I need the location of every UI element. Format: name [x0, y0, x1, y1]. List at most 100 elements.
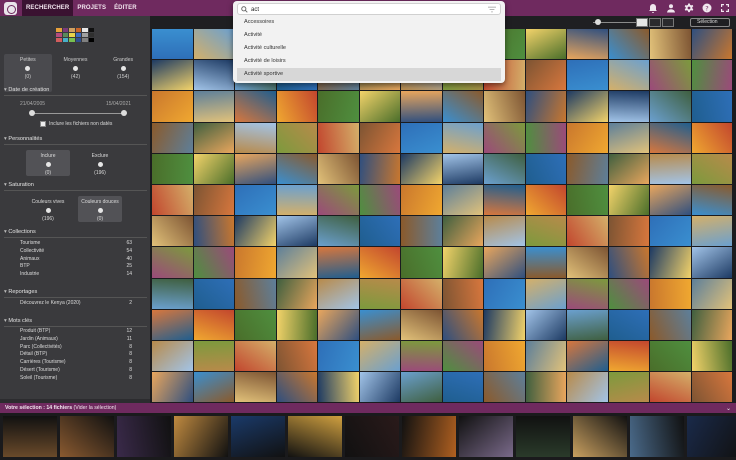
thumbnail[interactable] — [152, 29, 193, 60]
thumbnail[interactable] — [318, 184, 359, 216]
color-swatch[interactable] — [88, 38, 94, 42]
thumbnail[interactable] — [401, 278, 442, 309]
thumbnail[interactable] — [359, 309, 400, 340]
thumbnail[interactable] — [235, 340, 276, 372]
user-icon[interactable] — [665, 2, 676, 13]
thumbnail[interactable] — [650, 340, 691, 372]
thumbnail[interactable] — [401, 309, 442, 340]
selected-thumbnail[interactable] — [60, 416, 114, 457]
thumbnail[interactable] — [152, 247, 193, 278]
people-section-title[interactable]: Personnalités — [4, 136, 147, 145]
thumbnail[interactable] — [152, 122, 193, 153]
reportages-section-title[interactable]: Reportages — [4, 289, 147, 298]
thumbnail[interactable] — [152, 340, 193, 372]
thumbnail[interactable] — [193, 309, 234, 340]
keyword-item[interactable]: Produit (BTP) 12 — [20, 328, 132, 336]
thumbnail[interactable] — [650, 153, 691, 184]
thumbnail[interactable] — [318, 91, 359, 122]
thumbnail[interactable] — [525, 60, 566, 91]
selected-thumbnail[interactable] — [630, 416, 684, 457]
thumbnail[interactable] — [401, 184, 442, 216]
color-swatch[interactable] — [75, 33, 81, 37]
thumbnail[interactable] — [193, 184, 234, 216]
thumbnail[interactable] — [442, 309, 483, 340]
thumbnail[interactable] — [525, 153, 566, 184]
list-view-button[interactable] — [636, 18, 648, 27]
thumbnail[interactable] — [235, 247, 276, 278]
date-range-start-handle[interactable] — [29, 110, 35, 116]
thumbnail[interactable] — [318, 153, 359, 184]
clear-selection-link[interactable]: (Vider la sélection) — [74, 405, 117, 411]
thumbnail[interactable] — [235, 122, 276, 153]
thumbnail[interactable] — [567, 372, 608, 403]
thumbnail[interactable] — [401, 247, 442, 278]
thumbnail[interactable] — [359, 340, 400, 372]
thumbnail[interactable] — [401, 91, 442, 122]
thumbnail[interactable] — [235, 153, 276, 184]
search-suggestion[interactable]: Activité culturelle — [237, 42, 501, 55]
color-swatch[interactable] — [69, 33, 75, 37]
thumbnail[interactable] — [484, 216, 525, 247]
thumbnail[interactable] — [276, 184, 317, 216]
thumbnail[interactable] — [691, 340, 732, 372]
thumbnail[interactable] — [276, 247, 317, 278]
selected-thumbnail[interactable] — [516, 416, 570, 457]
people-include-option[interactable]: Inclure (0) — [26, 150, 70, 176]
thumbnail[interactable] — [567, 278, 608, 309]
search-filter-icon[interactable] — [488, 6, 496, 13]
thumbnail[interactable] — [442, 216, 483, 247]
color-swatch[interactable] — [69, 28, 75, 32]
selected-thumbnail[interactable] — [459, 416, 513, 457]
thumbnail[interactable] — [650, 122, 691, 153]
selected-thumbnail[interactable] — [231, 416, 285, 457]
selected-thumbnail[interactable] — [573, 416, 627, 457]
thumbnail[interactable] — [525, 278, 566, 309]
thumbnail[interactable] — [193, 122, 234, 153]
keyword-item[interactable]: Détail (BTP) 8 — [20, 351, 132, 359]
color-swatch[interactable] — [56, 28, 62, 32]
date-section-title[interactable]: Date de création — [4, 87, 147, 96]
saturation-section-title[interactable]: Saturation — [4, 182, 147, 191]
thumbnail[interactable] — [608, 278, 649, 309]
thumbnail[interactable] — [442, 153, 483, 184]
thumbnail[interactable] — [152, 216, 193, 247]
thumbnail[interactable] — [359, 184, 400, 216]
thumbnail[interactable] — [691, 153, 732, 184]
app-logo[interactable] — [4, 1, 17, 15]
thumbnail[interactable] — [691, 122, 732, 153]
color-swatch[interactable] — [62, 28, 68, 32]
thumbnail[interactable] — [276, 216, 317, 247]
thumbnail[interactable] — [608, 309, 649, 340]
color-swatch[interactable] — [75, 28, 81, 32]
thumbnail[interactable] — [650, 216, 691, 247]
keyword-item[interactable]: Parc (Collectivités) 8 — [20, 344, 132, 352]
saturation-soft-option[interactable]: Couleurs douces (0) — [78, 196, 122, 222]
keyword-item[interactable]: Jardin (Animaux) 11 — [20, 336, 132, 344]
thumbnail[interactable] — [318, 247, 359, 278]
thumbnail[interactable] — [193, 216, 234, 247]
thumbnail[interactable] — [152, 153, 193, 184]
selected-thumbnail[interactable] — [345, 416, 399, 457]
include-undated-checkbox[interactable] — [40, 121, 46, 127]
thumbnail[interactable] — [359, 153, 400, 184]
color-swatch[interactable] — [69, 38, 75, 42]
thumbnail[interactable] — [691, 216, 732, 247]
thumbnail[interactable] — [650, 247, 691, 278]
selected-thumbnail[interactable] — [3, 416, 57, 457]
thumbnail[interactable] — [525, 122, 566, 153]
bell-icon[interactable] — [647, 2, 658, 13]
thumbnail[interactable] — [401, 340, 442, 372]
thumbnail[interactable] — [650, 91, 691, 122]
thumbnail[interactable] — [525, 91, 566, 122]
thumbnail[interactable] — [608, 122, 649, 153]
color-filter-palette[interactable] — [56, 28, 94, 42]
thumbnail[interactable] — [318, 278, 359, 309]
thumbnail[interactable] — [442, 91, 483, 122]
thumbnail[interactable] — [691, 278, 732, 309]
thumbnail[interactable] — [650, 278, 691, 309]
thumbnail[interactable] — [359, 278, 400, 309]
search-suggestion[interactable]: Activité de loisirs — [237, 55, 501, 68]
thumbnail[interactable] — [442, 247, 483, 278]
thumbnail[interactable] — [359, 372, 400, 403]
thumbnail[interactable] — [359, 247, 400, 278]
